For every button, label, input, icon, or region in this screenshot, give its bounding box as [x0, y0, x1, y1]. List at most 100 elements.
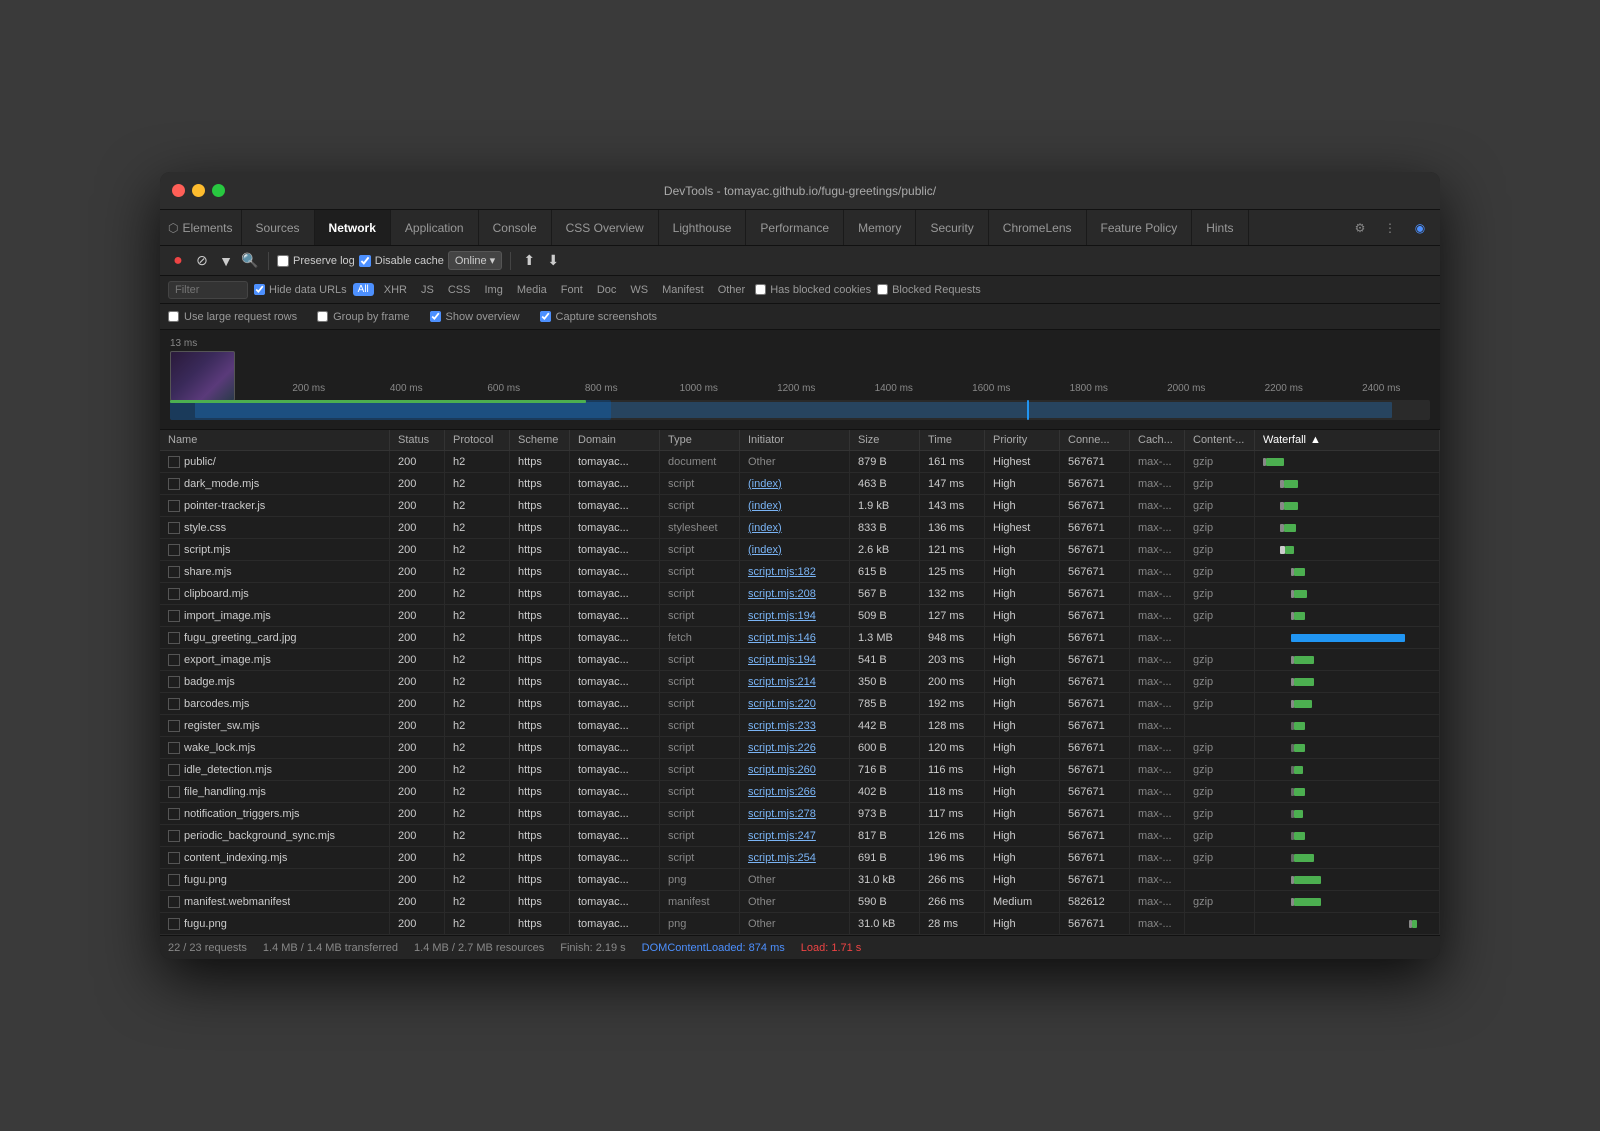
filter-toggle-button[interactable]: ▼ [216, 251, 236, 271]
row-checkbox[interactable] [168, 566, 180, 578]
th-content[interactable]: Content-... [1185, 430, 1255, 450]
initiator-link[interactable]: script.mjs:226 [748, 742, 816, 754]
table-row[interactable]: fugu_greeting_card.jpg 200 h2 https toma… [160, 627, 1440, 649]
table-row[interactable]: pointer-tracker.js 200 h2 https tomayac.… [160, 495, 1440, 517]
row-checkbox[interactable] [168, 610, 180, 622]
initiator-link[interactable]: script.mjs:254 [748, 852, 816, 864]
row-checkbox[interactable] [168, 852, 180, 864]
filter-ws-btn[interactable]: WS [626, 283, 652, 297]
th-conn[interactable]: Conne... [1060, 430, 1130, 450]
use-large-rows-checkbox[interactable]: Use large request rows [168, 311, 297, 323]
row-checkbox[interactable] [168, 698, 180, 710]
row-checkbox[interactable] [168, 830, 180, 842]
initiator-link[interactable]: script.mjs:233 [748, 720, 816, 732]
row-checkbox[interactable] [168, 720, 180, 732]
tab-chromelens[interactable]: ChromeLens [989, 210, 1087, 245]
table-row[interactable]: content_indexing.mjs 200 h2 https tomaya… [160, 847, 1440, 869]
tab-elements[interactable]: ⬡ Elements [160, 210, 242, 245]
initiator-link[interactable]: script.mjs:266 [748, 786, 816, 798]
capture-screenshots-checkbox[interactable]: Capture screenshots [540, 311, 658, 323]
th-protocol[interactable]: Protocol [445, 430, 510, 450]
import-button[interactable]: ⬆ [519, 251, 539, 271]
filter-doc-btn[interactable]: Doc [593, 283, 621, 297]
row-checkbox[interactable] [168, 456, 180, 468]
tab-memory[interactable]: Memory [844, 210, 916, 245]
initiator-link[interactable]: (index) [748, 500, 782, 512]
initiator-link[interactable]: script.mjs:214 [748, 676, 816, 688]
hide-data-urls-checkbox[interactable]: Hide data URLs [254, 284, 347, 296]
tab-application[interactable]: Application [391, 210, 479, 245]
tab-sources[interactable]: Sources [242, 210, 315, 245]
filter-all-btn[interactable]: All [353, 283, 374, 296]
initiator-link[interactable]: script.mjs:194 [748, 654, 816, 666]
row-checkbox[interactable] [168, 544, 180, 556]
blocked-requests-checkbox[interactable]: Blocked Requests [877, 284, 981, 296]
filter-xhr-btn[interactable]: XHR [380, 283, 411, 297]
initiator-link[interactable]: script.mjs:260 [748, 764, 816, 776]
filter-font-btn[interactable]: Font [557, 283, 587, 297]
group-by-frame-checkbox[interactable]: Group by frame [317, 311, 409, 323]
initiator-link[interactable]: (index) [748, 544, 782, 556]
th-status[interactable]: Status [390, 430, 445, 450]
row-checkbox[interactable] [168, 742, 180, 754]
row-checkbox[interactable] [168, 632, 180, 644]
tab-console[interactable]: Console [479, 210, 552, 245]
table-row[interactable]: barcodes.mjs 200 h2 https tomayac... scr… [160, 693, 1440, 715]
preserve-log-checkbox[interactable]: Preserve log [277, 255, 355, 267]
table-row[interactable]: style.css 200 h2 https tomayac... styles… [160, 517, 1440, 539]
has-blocked-cookies-checkbox[interactable]: Has blocked cookies [755, 284, 871, 296]
record-button[interactable]: ● [168, 251, 188, 271]
th-size[interactable]: Size [850, 430, 920, 450]
table-row[interactable]: dark_mode.mjs 200 h2 https tomayac... sc… [160, 473, 1440, 495]
disable-cache-checkbox[interactable]: Disable cache [359, 255, 444, 267]
filter-other-btn[interactable]: Other [714, 283, 750, 297]
initiator-link[interactable]: script.mjs:278 [748, 808, 816, 820]
initiator-link[interactable]: script.mjs:247 [748, 830, 816, 842]
row-checkbox[interactable] [168, 588, 180, 600]
filter-manifest-btn[interactable]: Manifest [658, 283, 708, 297]
row-checkbox[interactable] [168, 808, 180, 820]
filter-img-btn[interactable]: Img [480, 283, 506, 297]
table-row[interactable]: fugu.png 200 h2 https tomayac... png Oth… [160, 913, 1440, 935]
table-row[interactable]: export_image.mjs 200 h2 https tomayac...… [160, 649, 1440, 671]
row-checkbox[interactable] [168, 522, 180, 534]
initiator-link[interactable]: (index) [748, 522, 782, 534]
table-row[interactable]: badge.mjs 200 h2 https tomayac... script… [160, 671, 1440, 693]
filter-js-btn[interactable]: JS [417, 283, 438, 297]
tab-security[interactable]: Security [916, 210, 988, 245]
tab-network[interactable]: Network [315, 210, 391, 245]
close-button[interactable] [172, 184, 185, 197]
show-overview-checkbox[interactable]: Show overview [430, 311, 520, 323]
table-row[interactable]: script.mjs 200 h2 https tomayac... scrip… [160, 539, 1440, 561]
search-button[interactable]: 🔍 [240, 251, 260, 271]
table-row[interactable]: wake_lock.mjs 200 h2 https tomayac... sc… [160, 737, 1440, 759]
minimize-button[interactable] [192, 184, 205, 197]
row-checkbox[interactable] [168, 500, 180, 512]
initiator-link[interactable]: script.mjs:146 [748, 632, 816, 644]
table-row[interactable]: manifest.webmanifest 200 h2 https tomaya… [160, 891, 1440, 913]
table-row[interactable]: periodic_background_sync.mjs 200 h2 http… [160, 825, 1440, 847]
table-row[interactable]: file_handling.mjs 200 h2 https tomayac..… [160, 781, 1440, 803]
initiator-link[interactable]: script.mjs:194 [748, 610, 816, 622]
more-options-icon[interactable]: ⋮ [1378, 216, 1402, 240]
initiator-link[interactable]: script.mjs:208 [748, 588, 816, 600]
export-button[interactable]: ⬇ [543, 251, 563, 271]
th-initiator[interactable]: Initiator [740, 430, 850, 450]
tab-css-overview[interactable]: CSS Overview [552, 210, 659, 245]
focus-icon[interactable]: ◉ [1408, 216, 1432, 240]
maximize-button[interactable] [212, 184, 225, 197]
th-scheme[interactable]: Scheme [510, 430, 570, 450]
initiator-link[interactable]: script.mjs:220 [748, 698, 816, 710]
table-row[interactable]: clipboard.mjs 200 h2 https tomayac... sc… [160, 583, 1440, 605]
throttle-dropdown[interactable]: Online ▾ [448, 251, 502, 270]
row-checkbox[interactable] [168, 896, 180, 908]
timeline-scrubber[interactable] [170, 400, 1430, 420]
table-row[interactable]: public/ 200 h2 https tomayac... document… [160, 451, 1440, 473]
filter-input[interactable] [168, 281, 248, 299]
table-row[interactable]: share.mjs 200 h2 https tomayac... script… [160, 561, 1440, 583]
tab-feature-policy[interactable]: Feature Policy [1087, 210, 1193, 245]
table-row[interactable]: fugu.png 200 h2 https tomayac... png Oth… [160, 869, 1440, 891]
row-checkbox[interactable] [168, 764, 180, 776]
initiator-link[interactable]: script.mjs:182 [748, 566, 816, 578]
th-waterfall[interactable]: Waterfall ▲ [1255, 430, 1440, 450]
